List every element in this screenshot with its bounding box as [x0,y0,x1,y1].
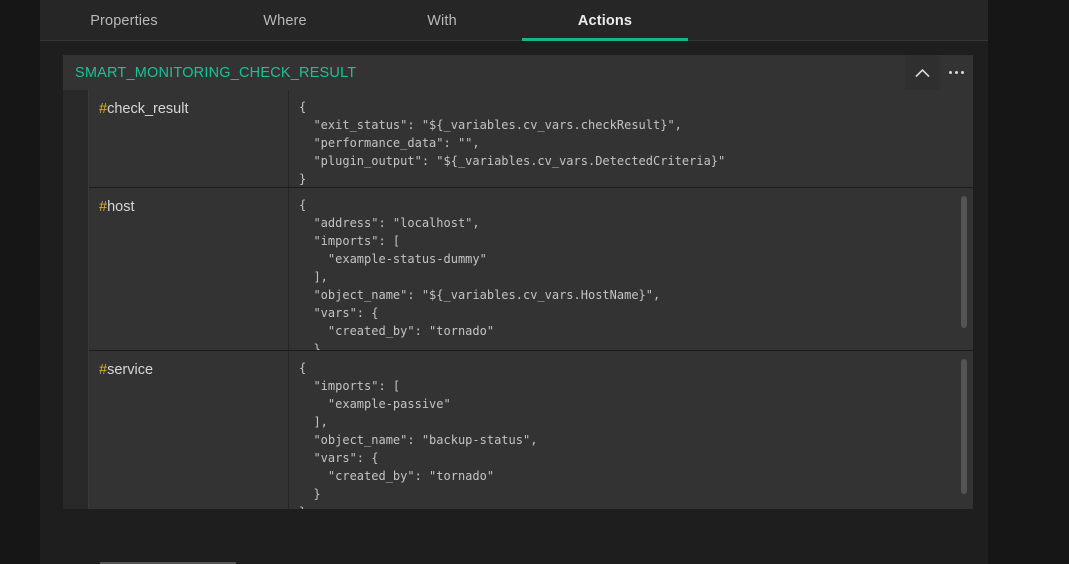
code-block: { "exit_status": "${_variables.cv_vars.c… [289,90,973,187]
table-row: #host { "address": "localhost", "imports… [89,188,973,351]
app-root: Properties Where With Actions SMART_MONI… [0,0,1069,564]
tab-properties-label: Properties [90,13,158,29]
code-block: { "imports": [ "example-passive" ], "obj… [289,351,973,509]
action-key-service[interactable]: #service [89,351,289,509]
tab-where-label: Where [263,13,306,29]
code-scrollbar-thumb[interactable] [961,359,967,494]
action-value-host[interactable]: { "address": "localhost", "imports": [ "… [289,188,973,350]
action-value-check-result[interactable]: { "exit_status": "${_variables.cv_vars.c… [289,90,973,187]
editor-tabbar: Properties Where With Actions [40,0,988,41]
action-card-header: SMART_MONITORING_CHECK_RESULT [63,55,973,90]
tab-properties[interactable]: Properties [40,0,208,41]
action-key-host[interactable]: #host [89,188,289,350]
actions-panel-body: SMART_MONITORING_CHECK_RESULT [40,41,988,564]
tab-actions-label: Actions [578,13,632,29]
ellipsis-dots [949,71,964,74]
tab-with-label: With [427,13,457,29]
table-row: #check_result { "exit_status": "${_varia… [89,90,973,188]
code-block: { "address": "localhost", "imports": [ "… [289,188,973,350]
hash-prefix: # [99,199,107,215]
action-key-check-result[interactable]: #check_result [89,90,289,187]
table-row: #service { "imports": [ "example-passive… [89,351,973,509]
ellipsis-icon[interactable] [939,55,973,90]
action-card: SMART_MONITORING_CHECK_RESULT [63,55,973,509]
action-rows: #check_result { "exit_status": "${_varia… [89,90,973,509]
action-key-label: check_result [107,101,188,117]
action-card-title: SMART_MONITORING_CHECK_RESULT [63,55,905,90]
row-gutter [63,90,89,509]
hash-prefix: # [99,101,107,117]
action-key-label: service [107,362,153,378]
tab-actions[interactable]: Actions [522,0,688,41]
tab-with[interactable]: With [362,0,522,41]
hash-prefix: # [99,362,107,378]
action-rows-wrapper: #check_result { "exit_status": "${_varia… [63,90,973,509]
tab-where[interactable]: Where [208,0,362,41]
action-value-service[interactable]: { "imports": [ "example-passive" ], "obj… [289,351,973,509]
chevron-up-icon[interactable] [905,55,939,90]
rule-editor-panel: Properties Where With Actions SMART_MONI… [40,0,988,564]
action-key-label: host [107,199,134,215]
code-scrollbar-thumb[interactable] [961,196,967,328]
